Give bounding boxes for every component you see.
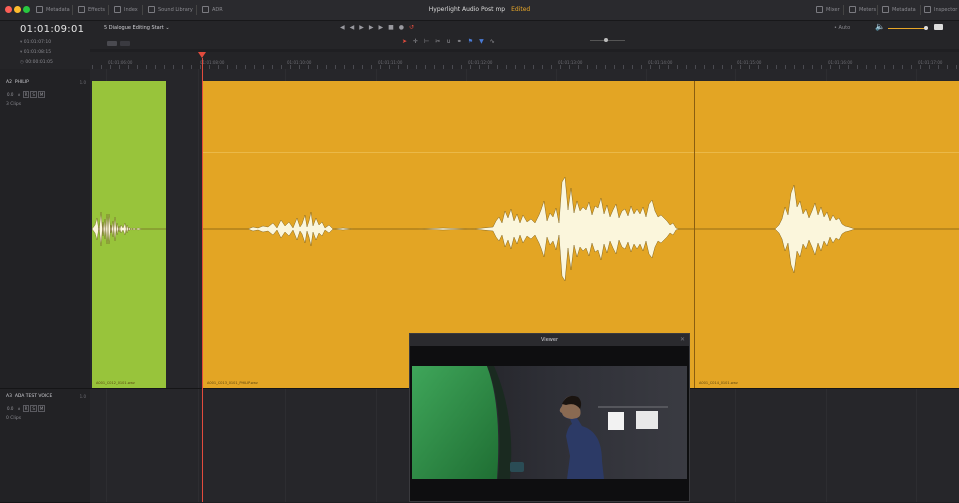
rewind-icon[interactable]: ◀◀ [340, 24, 359, 31]
track-name: A3 ADA TEST VOICE [6, 394, 53, 399]
meters-panel-button[interactable]: Meters [849, 0, 876, 20]
inspector-icon [924, 6, 931, 13]
track-clip-count: 0 Clips [6, 416, 22, 421]
track-name: A2 PHILIP [6, 80, 29, 85]
out-timecode: ▾ 01:01:08:15 [20, 50, 52, 55]
automation-icon[interactable]: ∧ [17, 406, 22, 411]
clip-waveform [92, 211, 166, 247]
stop-icon[interactable]: ■ [388, 24, 399, 31]
channel-format: 1.0 [79, 80, 86, 85]
solo-button[interactable]: S [30, 91, 37, 98]
meters-icon [849, 6, 856, 13]
microphone-icon [202, 6, 209, 13]
track-header-a2[interactable]: A2 PHILIP 1.0 0.0 ∧ R S M 3 Clips [0, 69, 90, 389]
timeline-select[interactable]: 5 Dialogue Editing Start ⌄ [104, 25, 170, 31]
mixer-icon [816, 6, 823, 13]
clip-waveform [695, 184, 959, 274]
loop-icon[interactable]: ↺ [409, 24, 419, 31]
top-toolbar: Metadata Effects Index Sound Library ADR… [0, 0, 959, 21]
minimize-window-button[interactable] [14, 6, 21, 13]
sound-library-icon [148, 6, 155, 13]
zoom-window-button[interactable] [23, 6, 30, 13]
video-frame [412, 366, 687, 479]
record-arm-button[interactable]: R [22, 405, 30, 412]
snap-icon[interactable]: ∪ [446, 38, 456, 45]
close-window-button[interactable] [5, 6, 12, 13]
automation-icon[interactable]: ∧ [17, 92, 22, 97]
playhead-line[interactable] [202, 58, 203, 502]
floating-viewer[interactable]: Viewer ✕ [409, 333, 690, 502]
track-headers: A2 PHILIP 1.0 0.0 ∧ R S M 3 Clips A3 ADA TE… [0, 69, 90, 503]
timeline-toolbar: 5 Dialogue Editing Start ⌄ ◀◀▶▶▶■●↺ ➤✛⊢✂… [90, 21, 959, 49]
sound-library-button[interactable]: Sound Library [148, 0, 193, 20]
track-volume[interactable]: 0.0 [6, 92, 14, 97]
timecode-display: 01:01:09:01 [20, 24, 85, 35]
flag-icon[interactable]: ⚑ [468, 38, 479, 45]
track-volume[interactable]: 0.0 [6, 406, 14, 411]
viewer-title[interactable]: Viewer [410, 334, 689, 346]
transport-controls: ◀◀▶▶▶■●↺ [340, 24, 419, 31]
zoom-mode[interactable]: • Auto [834, 25, 850, 31]
effects-panel-button[interactable]: Effects [78, 0, 105, 20]
effects-icon [78, 6, 85, 13]
metadata-panel-button[interactable]: Metadata [36, 0, 70, 20]
metadata-right-button[interactable]: Metadata [882, 0, 916, 20]
ruler-tick-label: 01:01:08:00 [200, 60, 225, 65]
zoom-slider[interactable] [590, 38, 625, 42]
pointer-icon[interactable]: ➤ [402, 38, 413, 45]
track-header-a3[interactable]: A3 ADA TEST VOICE 1.0 0.0 ∧ R S M 0 Clips [0, 389, 90, 503]
track-controls: 0.0 ∧ R S M [6, 405, 46, 412]
razor-icon[interactable]: ✂ [435, 38, 446, 45]
master-volume-slider[interactable] [888, 26, 928, 30]
forward-icon[interactable]: ▶▶ [359, 24, 378, 31]
waveform-icon[interactable]: ∿ [490, 38, 501, 45]
timeline-ruler[interactable]: 01:01:06:00 01:01:08:00 01:01:10:00 01:01:1… [90, 52, 959, 70]
clip-label: A001_C012_0101.wav [96, 381, 135, 385]
record-arm-button[interactable]: R [22, 91, 30, 98]
view-options-button-2[interactable] [120, 41, 130, 46]
close-icon[interactable]: ✕ [680, 336, 685, 344]
index-icon [114, 6, 121, 13]
edited-status: Edited [511, 6, 531, 13]
clip-label: A001_C014_0101.wav [699, 381, 738, 385]
track-controls: 0.0 ∧ R S M [6, 91, 46, 98]
channel-format: 1.0 [79, 394, 86, 399]
metadata-icon [36, 6, 43, 13]
trim-icon[interactable]: ⊢ [424, 38, 435, 45]
adr-panel-button[interactable]: ADR [202, 0, 223, 20]
solo-button[interactable]: S [30, 405, 37, 412]
audio-clip[interactable]: A001_C012_0101.wav [92, 81, 166, 388]
in-timecode: ▾ 01:01:07:10 [20, 40, 52, 45]
marker-icon[interactable]: ▼ [479, 38, 490, 45]
metadata-icon [882, 6, 889, 13]
mute-master-button[interactable] [934, 24, 943, 30]
record-icon[interactable]: ● [399, 24, 409, 31]
speaker-icon[interactable]: 🔈 [875, 22, 885, 31]
range-select-icon[interactable]: ✛ [413, 38, 424, 45]
mute-button[interactable]: M [37, 405, 46, 412]
edit-tools: ➤✛⊢✂∪⚭⚑▼∿ [402, 38, 501, 45]
track-clip-count: 3 Clips [6, 102, 22, 107]
mute-button[interactable]: M [37, 91, 46, 98]
inspector-panel-button[interactable]: Inspector [924, 0, 957, 20]
index-panel-button[interactable]: Index [114, 0, 138, 20]
clip-label: A001_C013_0101_PHILIP.wav [207, 381, 258, 385]
view-options-button[interactable] [107, 41, 117, 46]
link-icon[interactable]: ⚭ [457, 38, 468, 45]
mixer-panel-button[interactable]: Mixer [816, 0, 840, 20]
audio-clip[interactable]: A001_C014_0101.wav [695, 81, 959, 388]
playhead-handle[interactable] [198, 52, 206, 58]
duration-timecode: ◷ 00:00:01:05 [20, 60, 53, 65]
play-icon[interactable]: ▶ [378, 24, 388, 31]
